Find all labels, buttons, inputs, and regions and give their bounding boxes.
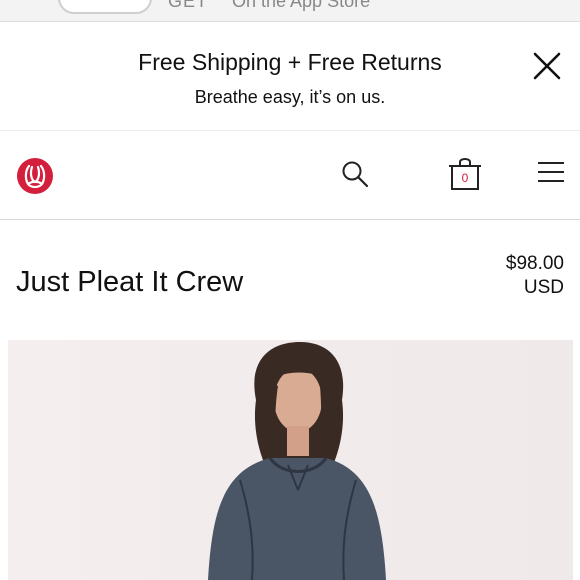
promo-bar: Free Shipping + Free Returns Breathe eas… xyxy=(0,23,580,129)
product-title: Just Pleat It Crew xyxy=(16,266,244,298)
price-amount: $98.00 xyxy=(505,253,564,274)
app-store-label: On the App Store xyxy=(232,0,371,11)
shopping-bag-button[interactable]: 0 xyxy=(448,155,482,191)
price-currency: USD xyxy=(523,277,564,298)
promo-subtitle: Breathe easy, it’s on us. xyxy=(194,87,386,107)
app-open-button[interactable] xyxy=(58,0,152,14)
lululemon-logo[interactable] xyxy=(16,157,54,195)
app-store-banner: GET On the App Store xyxy=(0,0,580,22)
product-price: $98.00 USD xyxy=(506,252,564,300)
product-header: Just Pleat It Crew $98.00 USD xyxy=(0,221,580,338)
promo-title: Free Shipping + Free Returns xyxy=(138,49,442,75)
app-get-label: GET xyxy=(168,0,209,11)
close-icon[interactable] xyxy=(530,49,564,83)
model-illustration xyxy=(8,340,573,580)
site-header: 0 xyxy=(0,130,580,220)
bag-count: 0 xyxy=(461,171,469,185)
search-icon[interactable] xyxy=(340,159,370,189)
product-image[interactable] xyxy=(8,340,573,580)
hamburger-menu-icon[interactable] xyxy=(536,159,566,185)
